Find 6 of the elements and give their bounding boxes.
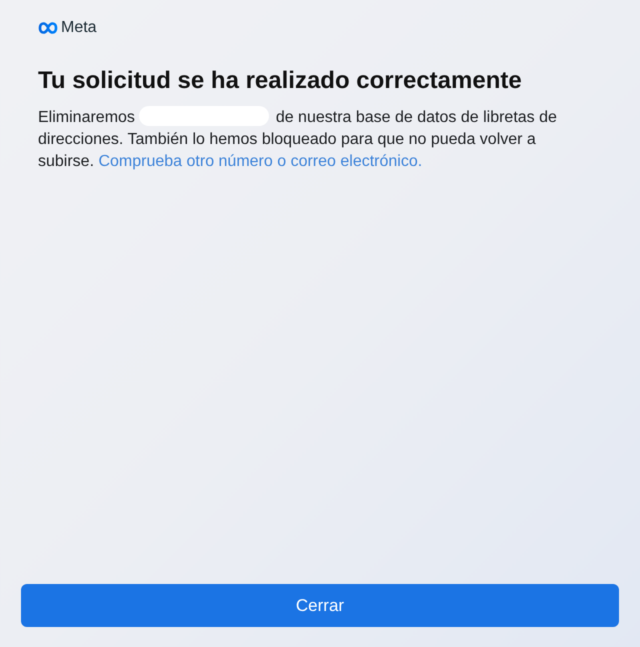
logo-icon: [38, 22, 58, 34]
logo-text: Meta: [61, 20, 97, 36]
close-button[interactable]: Cerrar: [21, 584, 619, 627]
page-title: Tu solicitud se ha realizado correctamente: [38, 66, 523, 96]
check-other-link[interactable]: Comprueba otro número o correo electrónico.: [98, 153, 422, 170]
message-text: Eliminaremos de nuestra base de datos de libretas de direcciones. También lo hemos bloqueado para que no pueda volver a subirse. Comprueba otro número o correo electrónico.: [38, 107, 578, 173]
